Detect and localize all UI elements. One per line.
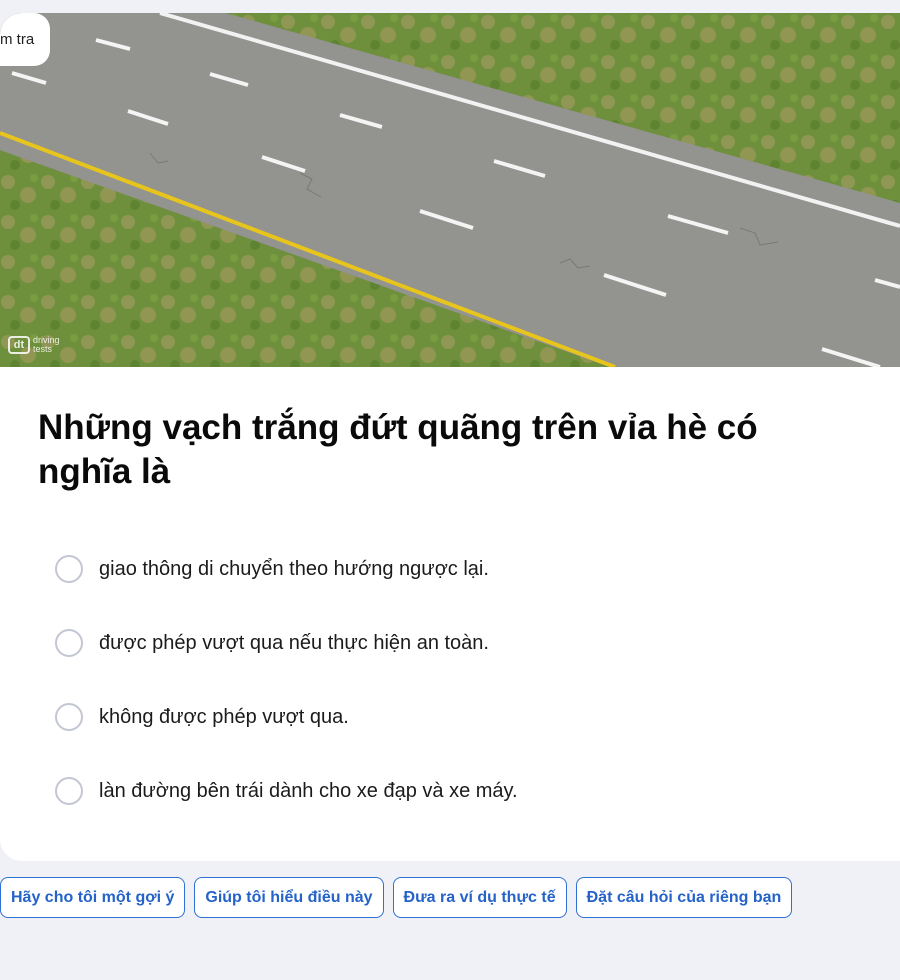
driving-tests-logo-icon: dt [8,336,30,354]
question-title: Những vạch trắng đứt quãng trên vỉa hè c… [38,408,758,491]
answer-option[interactable]: được phép vượt qua nếu thực hiện an toàn… [55,628,518,658]
quiz-tag-label: m tra [0,31,35,48]
real-example-button[interactable]: Đưa ra ví dụ thực tế [392,877,567,918]
watermark: dt driving tests [8,336,73,354]
answer-options: giao thông di chuyển theo hướng ngược lạ… [55,554,518,850]
radio-button[interactable] [55,629,83,657]
hint-button[interactable]: Hãy cho tôi một gợi ý [0,877,186,918]
watermark-text: driving tests [33,335,60,354]
radio-button[interactable] [55,555,83,583]
answer-option-label: được phép vượt qua nếu thực hiện an toàn… [99,631,489,654]
answer-option-label: giao thông di chuyển theo hướng ngược lạ… [99,557,489,580]
road-illustration [0,13,900,367]
ask-own-question-button[interactable]: Đặt câu hỏi của riêng bạn [575,877,793,918]
radio-button[interactable] [55,777,83,805]
radio-button[interactable] [55,703,83,731]
explain-button[interactable]: Giúp tôi hiểu điều này [194,877,384,918]
answer-option[interactable]: làn đường bên trái dành cho xe đạp và xe… [55,776,518,806]
answer-option[interactable]: không được phép vượt qua. [55,702,518,732]
question-image: m tra dt driving tests [0,13,900,367]
quiz-tag: m tra [0,13,51,66]
answer-option[interactable]: giao thông di chuyển theo hướng ngược lạ… [55,554,518,584]
answer-option-label: làn đường bên trái dành cho xe đạp và xe… [99,779,518,802]
help-actions: Hãy cho tôi một gợi ý Giúp tôi hiểu điều… [0,877,793,918]
answer-option-label: không được phép vượt qua. [99,705,349,728]
